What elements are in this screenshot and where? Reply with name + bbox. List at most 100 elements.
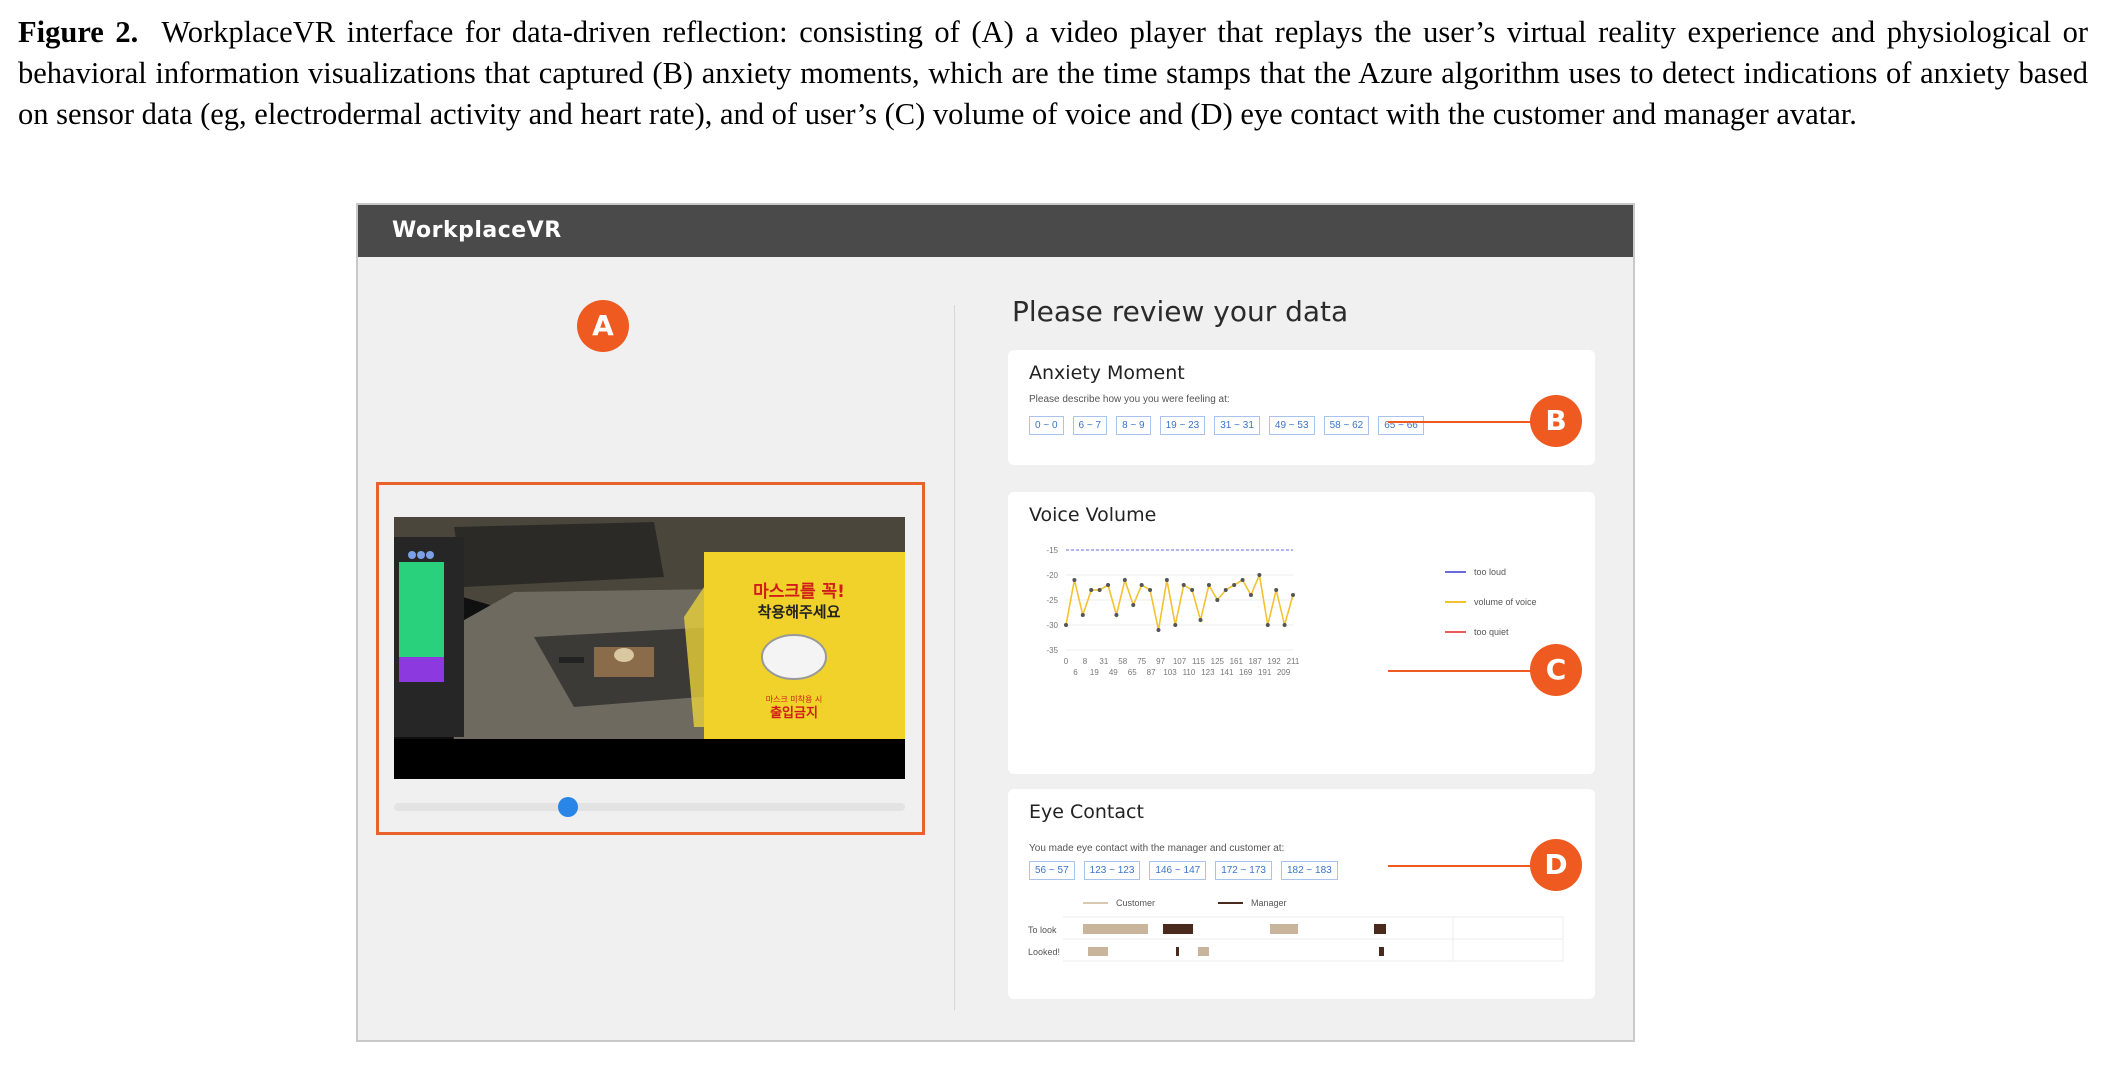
y-tick-label: -35 bbox=[1046, 646, 1058, 655]
anxiety-prompt: Please describe how you you were feeling… bbox=[1029, 394, 1230, 405]
vr-scene-image: 마스크를 꼭! 착용해주세요 마스크 미착용 시 출입금지 bbox=[394, 517, 905, 779]
top-bar: WorkplaceVR bbox=[358, 205, 1633, 257]
x-tick-label: 0 bbox=[1064, 657, 1069, 666]
x-tick-label: 125 bbox=[1211, 657, 1225, 666]
eye-contact-timeline: Customer Manager To look Looked! bbox=[1028, 898, 1564, 962]
voice-legend: too loud volume of voice too quiet bbox=[1445, 567, 1537, 637]
to-look-customer-bar bbox=[1083, 924, 1148, 934]
voice-volume-card: Voice Volume -15 -20 -25 -30 -35 0 8 31 58 75 97 10… bbox=[1008, 492, 1595, 774]
anxiety-chip[interactable]: 6 ~ 7 bbox=[1072, 416, 1108, 435]
to-look-manager-bar bbox=[1163, 924, 1193, 934]
anxiety-chip[interactable]: 31 ~ 31 bbox=[1214, 416, 1260, 435]
column-divider bbox=[954, 305, 955, 1010]
row-label-to-look: To look bbox=[1028, 925, 1057, 935]
video-progress-knob[interactable] bbox=[557, 797, 578, 817]
volume-point bbox=[1122, 578, 1127, 582]
to-look-manager-bar bbox=[1374, 924, 1386, 934]
volume-point bbox=[1198, 618, 1203, 622]
volume-point bbox=[1072, 578, 1077, 582]
volume-point bbox=[1097, 588, 1102, 592]
x-tick-label: 123 bbox=[1201, 668, 1215, 677]
anxiety-card-title: Anxiety Moment bbox=[1029, 362, 1185, 384]
badge-b: B bbox=[1530, 395, 1582, 447]
video-frame[interactable]: 마스크를 꼭! 착용해주세요 마스크 미착용 시 출입금지 bbox=[394, 517, 905, 779]
connector-c bbox=[1388, 670, 1542, 672]
x-tick-label: 141 bbox=[1220, 668, 1234, 677]
legend-too-quiet: too quiet bbox=[1474, 627, 1509, 637]
anxiety-moment-card: Anxiety Moment Please describe how you y… bbox=[1008, 350, 1595, 465]
connector-d bbox=[1388, 865, 1542, 867]
voice-volume-chart: -15 -20 -25 -30 -35 0 8 31 58 75 97 107 115 125 161 187… bbox=[1046, 546, 1537, 677]
volume-point bbox=[1173, 623, 1178, 627]
volume-point bbox=[1215, 598, 1220, 602]
x-tick-label: 211 bbox=[1287, 657, 1300, 666]
x-tick-label: 191 bbox=[1258, 668, 1272, 677]
volume-point bbox=[1257, 573, 1262, 577]
volume-point bbox=[1089, 588, 1094, 592]
anxiety-chip[interactable]: 8 ~ 9 bbox=[1116, 416, 1151, 435]
row-label-looked: Looked! bbox=[1028, 947, 1060, 957]
y-tick-label: -25 bbox=[1046, 596, 1058, 605]
app-window: WorkplaceVR A 마스크를 꼭! 착용해주세요 마스크 미착용 시 출… bbox=[356, 203, 1635, 1042]
volume-point bbox=[1156, 628, 1161, 632]
badge-d: D bbox=[1530, 839, 1582, 891]
video-player: 마스크를 꼭! 착용해주세요 마스크 미착용 시 출입금지 bbox=[376, 482, 925, 835]
sign-line2: 착용해주세요 bbox=[758, 603, 841, 621]
caption-text: WorkplaceVR interface for data-driven re… bbox=[18, 15, 2089, 131]
volume-point bbox=[1291, 593, 1295, 597]
volume-point bbox=[1080, 613, 1085, 617]
connector-b bbox=[1388, 421, 1542, 423]
legend-customer: Customer bbox=[1116, 898, 1155, 908]
anxiety-chip[interactable]: 19 ~ 23 bbox=[1159, 416, 1206, 435]
figure-caption: Figure 2. WorkplaceVR interface for data… bbox=[18, 12, 2088, 135]
volume-point bbox=[1114, 613, 1119, 617]
volume-line bbox=[1065, 572, 1294, 631]
x-tick-label: 110 bbox=[1183, 668, 1196, 677]
sign-small: 마스크 미착용 시 bbox=[766, 695, 823, 704]
page-title: Please review your data bbox=[1012, 295, 1349, 328]
badge-a: A bbox=[577, 300, 629, 352]
volume-point bbox=[1274, 588, 1279, 592]
sign-bottom: 출입금지 bbox=[770, 705, 818, 721]
looked-manager-bar bbox=[1379, 947, 1384, 956]
anxiety-chip-list: 0 ~ 0 6 ~ 7 8 ~ 9 19 ~ 23 31 ~ 31 49 ~ 5… bbox=[1029, 416, 1424, 435]
volume-point bbox=[1223, 588, 1228, 592]
eye-contact-card: Eye Contact You made eye contact with th… bbox=[1008, 789, 1595, 999]
x-tick-label: 97 bbox=[1156, 657, 1165, 666]
volume-point bbox=[1064, 623, 1068, 627]
x-tick-label: 161 bbox=[1230, 657, 1244, 666]
volume-point bbox=[1139, 583, 1144, 587]
x-tick-label: 115 bbox=[1192, 657, 1205, 666]
x-tick-label: 6 bbox=[1073, 668, 1078, 677]
anxiety-chip[interactable]: 49 ~ 53 bbox=[1268, 416, 1315, 435]
y-tick-label: -30 bbox=[1046, 621, 1058, 630]
anxiety-chip[interactable]: 58 ~ 62 bbox=[1323, 416, 1370, 435]
volume-point bbox=[1148, 588, 1153, 592]
x-tick-label: 192 bbox=[1267, 657, 1281, 666]
x-tick-label: 209 bbox=[1277, 668, 1291, 677]
x-tick-label: 31 bbox=[1099, 657, 1108, 666]
looked-manager-bar bbox=[1176, 947, 1179, 956]
volume-point bbox=[1106, 583, 1111, 587]
badge-c: C bbox=[1530, 644, 1582, 696]
volume-point bbox=[1248, 593, 1253, 597]
x-tick-label: 107 bbox=[1173, 657, 1187, 666]
volume-point bbox=[1282, 623, 1287, 627]
legend-volume: volume of voice bbox=[1474, 597, 1537, 607]
x-tick-label: 103 bbox=[1163, 668, 1177, 677]
volume-point bbox=[1190, 588, 1195, 592]
x-tick-label: 65 bbox=[1128, 668, 1137, 677]
x-tick-label: 8 bbox=[1083, 657, 1088, 666]
app-title: WorkplaceVR bbox=[392, 218, 562, 243]
video-progress-bar[interactable] bbox=[394, 797, 905, 817]
y-tick-label: -20 bbox=[1046, 571, 1058, 580]
legend-manager: Manager bbox=[1251, 898, 1287, 908]
volume-point bbox=[1164, 578, 1169, 582]
anxiety-chip[interactable]: 0 ~ 0 bbox=[1029, 416, 1064, 435]
volume-point bbox=[1206, 583, 1211, 587]
anxiety-chip[interactable]: 65 ~ 66 bbox=[1378, 416, 1424, 435]
figure-label: Figure 2. bbox=[18, 15, 139, 49]
sign-line1: 마스크를 꼭! bbox=[753, 582, 845, 602]
volume-point bbox=[1131, 603, 1136, 607]
volume-point bbox=[1232, 583, 1237, 587]
